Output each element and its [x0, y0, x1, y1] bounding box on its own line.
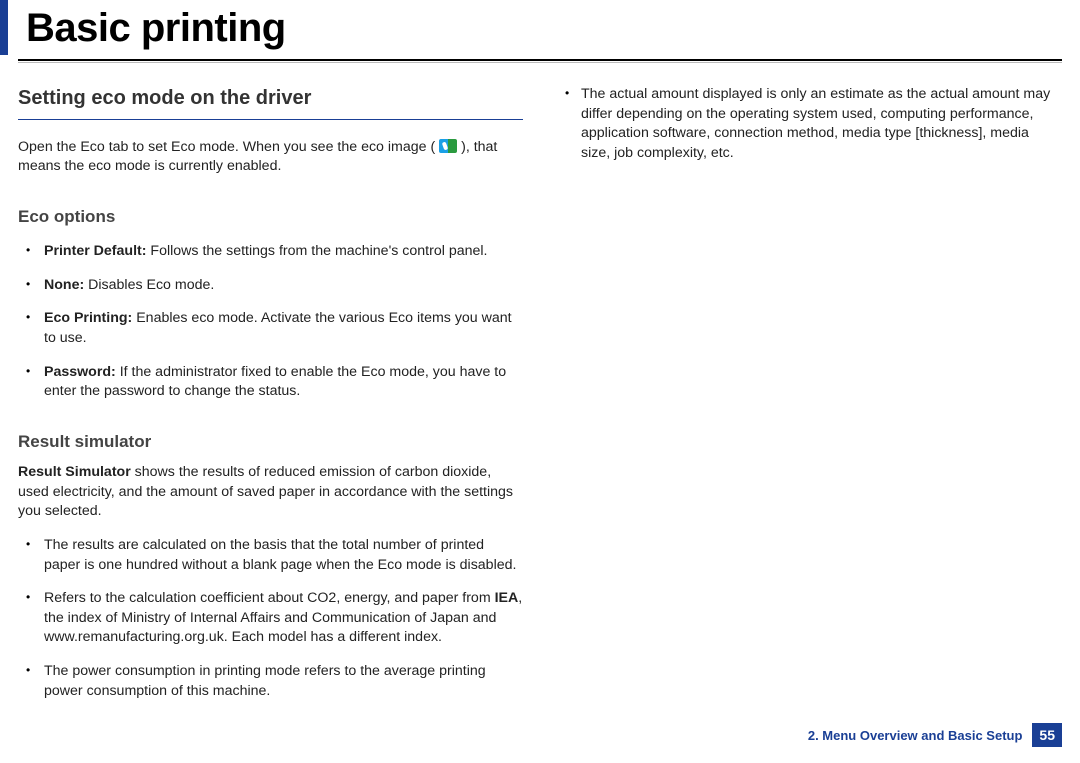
subheading-result-simulator: Result simulator: [18, 430, 523, 453]
left-column: Setting eco mode on the driver Open the …: [18, 85, 523, 715]
list-item: Refers to the calculation coefficient ab…: [42, 589, 523, 648]
section-title-eco-driver: Setting eco mode on the driver: [18, 85, 523, 113]
list-item: Password: If the administrator fixed to …: [42, 363, 523, 402]
intro-text-a: Open the Eco tab to set Eco mode. When y…: [18, 139, 439, 155]
intro-paragraph: Open the Eco tab to set Eco mode. When y…: [18, 138, 523, 177]
page-footer: 2. Menu Overview and Basic Setup 55: [808, 723, 1062, 747]
page-title: Basic printing: [26, 6, 1062, 51]
result-sim-intro: Result Simulator shows the results of re…: [18, 463, 523, 522]
list-item: None: Disables Eco mode.: [42, 276, 523, 296]
result-sim-label: Result Simulator: [18, 464, 131, 480]
item-text: The actual amount displayed is only an e…: [581, 86, 1050, 161]
list-item: The power consumption in printing mode r…: [42, 662, 523, 701]
page-number: 55: [1032, 723, 1062, 747]
item-label: Password:: [44, 364, 116, 380]
item-text: The power consumption in printing mode r…: [44, 663, 486, 699]
eco-options-list: Printer Default: Follows the settings fr…: [18, 242, 523, 402]
header-rule-thick: [18, 59, 1062, 61]
item-text: Disables Eco mode.: [84, 277, 214, 293]
list-item: The actual amount displayed is only an e…: [581, 85, 1062, 163]
eco-icon: [439, 139, 457, 153]
item-text-pre: Refers to the calculation coefficient ab…: [44, 590, 495, 606]
item-text-bold: IEA: [495, 590, 519, 606]
right-column: The actual amount displayed is only an e…: [557, 85, 1062, 715]
result-sim-list: The results are calculated on the basis …: [18, 536, 523, 701]
item-text: Follows the settings from the machine's …: [146, 243, 487, 259]
item-text: The results are calculated on the basis …: [44, 537, 516, 573]
item-label: Eco Printing:: [44, 310, 132, 326]
list-item: The results are calculated on the basis …: [42, 536, 523, 575]
list-item: Eco Printing: Enables eco mode. Activate…: [42, 309, 523, 348]
item-label: Printer Default:: [44, 243, 146, 259]
subheading-eco-options: Eco options: [18, 205, 523, 228]
section-rule: [18, 119, 523, 120]
footer-chapter: 2. Menu Overview and Basic Setup: [808, 728, 1023, 743]
list-item: Printer Default: Follows the settings fr…: [42, 242, 523, 262]
page-header: Basic printing: [0, 0, 1080, 55]
right-list: The actual amount displayed is only an e…: [557, 85, 1062, 163]
item-label: None:: [44, 277, 84, 293]
content-columns: Setting eco mode on the driver Open the …: [0, 63, 1080, 715]
